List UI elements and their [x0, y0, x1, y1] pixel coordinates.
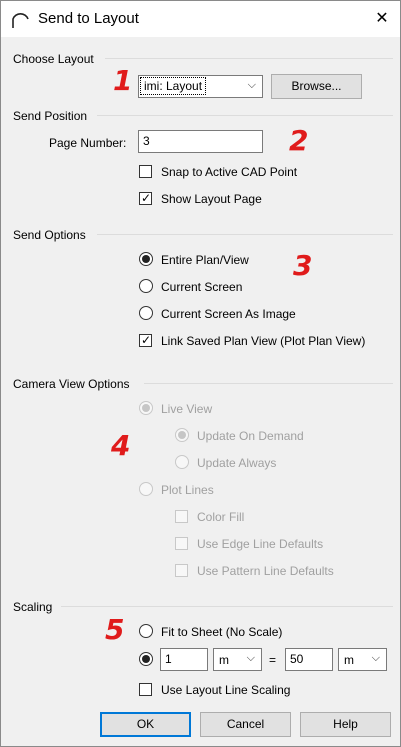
- current-screen-image-radio[interactable]: [139, 306, 153, 320]
- entire-plan-radio[interactable]: [139, 252, 153, 266]
- entire-plan-label: Entire Plan/View: [161, 253, 249, 267]
- layout-select[interactable]: imi: Layout ⌵: [138, 75, 263, 98]
- send-options-group-label: Send Options: [13, 228, 86, 242]
- update-on-demand-radio[interactable]: [175, 428, 189, 442]
- scale-right-unit-select[interactable]: m ⌵: [338, 648, 387, 671]
- close-button[interactable]: ✕: [370, 8, 394, 30]
- scale-left-input[interactable]: 1: [160, 648, 208, 671]
- current-screen-image-label: Current Screen As Image: [161, 307, 296, 321]
- plot-lines-label: Plot Lines: [161, 483, 214, 497]
- check-icon: ✓: [141, 191, 152, 205]
- edge-line-checkbox[interactable]: [175, 537, 188, 550]
- annotation-2: 2: [289, 124, 309, 157]
- annotation-5: 5: [105, 613, 125, 646]
- color-fill-checkbox[interactable]: [175, 510, 188, 523]
- layout-line-scaling-label: Use Layout Line Scaling: [161, 683, 291, 697]
- layout-select-value: imi: Layout: [139, 77, 207, 95]
- camera-view-group-label: Camera View Options: [13, 377, 130, 391]
- cancel-button[interactable]: Cancel: [200, 712, 291, 737]
- ok-button[interactable]: OK: [100, 712, 191, 737]
- close-icon: ✕: [375, 10, 389, 27]
- radio-dot: [178, 431, 186, 439]
- plot-lines-radio[interactable]: [139, 482, 153, 496]
- page-number-label: Page Number:: [49, 136, 127, 150]
- scale-left-unit-select[interactable]: m ⌵: [213, 648, 262, 671]
- arc-icon: [12, 13, 29, 28]
- send-position-group-label: Send Position: [13, 109, 88, 123]
- scale-equals: =: [269, 653, 277, 667]
- chevron-down-icon: ⌵: [246, 652, 255, 664]
- edge-line-label: Use Edge Line Defaults: [197, 537, 324, 551]
- title-bar: Send to Layout ✕: [1, 1, 400, 37]
- send-options-divider: [97, 234, 393, 235]
- layout-line-scaling-checkbox[interactable]: [139, 683, 152, 696]
- pattern-line-checkbox[interactable]: [175, 564, 188, 577]
- choose-layout-divider: [105, 58, 393, 59]
- link-saved-checkbox[interactable]: ✓: [139, 333, 152, 347]
- update-always-radio[interactable]: [175, 455, 189, 469]
- chevron-down-icon: ⌵: [247, 79, 256, 91]
- scaling-group-label: Scaling: [13, 600, 53, 614]
- check-icon: ✓: [141, 333, 152, 347]
- update-on-demand-label: Update On Demand: [197, 429, 304, 443]
- scale-right-input[interactable]: 50: [285, 648, 333, 671]
- pattern-line-label: Use Pattern Line Defaults: [197, 564, 334, 578]
- scale-left-unit-value: m: [219, 653, 229, 667]
- send-position-divider: [97, 115, 393, 116]
- snap-checkbox[interactable]: [139, 165, 152, 178]
- annotation-4: 4: [111, 429, 131, 462]
- browse-button[interactable]: Browse...: [271, 74, 362, 99]
- color-fill-label: Color Fill: [197, 510, 245, 524]
- choose-layout-group-label: Choose Layout: [13, 52, 94, 66]
- window-title: Send to Layout: [38, 10, 139, 27]
- annotation-3: 3: [293, 249, 313, 282]
- fit-to-sheet-radio[interactable]: [139, 624, 153, 638]
- current-screen-label: Current Screen: [161, 280, 243, 294]
- link-saved-label: Link Saved Plan View (Plot Plan View): [161, 334, 366, 348]
- camera-view-divider: [144, 383, 393, 384]
- snap-label: Snap to Active CAD Point: [161, 165, 298, 179]
- scale-right-unit-value: m: [344, 653, 354, 667]
- radio-dot: [142, 255, 150, 263]
- update-always-label: Update Always: [197, 456, 277, 470]
- scaling-divider: [61, 606, 393, 607]
- live-view-radio[interactable]: [139, 401, 153, 415]
- radio-dot: [142, 655, 150, 663]
- custom-scale-radio[interactable]: [139, 652, 153, 666]
- show-layout-label: Show Layout Page: [161, 192, 262, 206]
- current-screen-radio[interactable]: [139, 279, 153, 293]
- fit-to-sheet-label: Fit to Sheet (No Scale): [161, 625, 283, 639]
- send-to-layout-dialog: Send to Layout ✕ Choose Layout 1 imi: La…: [0, 0, 401, 747]
- live-view-label: Live View: [161, 402, 213, 416]
- radio-dot: [142, 404, 150, 412]
- show-layout-checkbox[interactable]: ✓: [139, 191, 152, 205]
- page-number-input[interactable]: 3: [138, 130, 263, 153]
- chevron-down-icon: ⌵: [371, 652, 380, 664]
- annotation-1: 1: [113, 64, 133, 97]
- help-button[interactable]: Help: [300, 712, 391, 737]
